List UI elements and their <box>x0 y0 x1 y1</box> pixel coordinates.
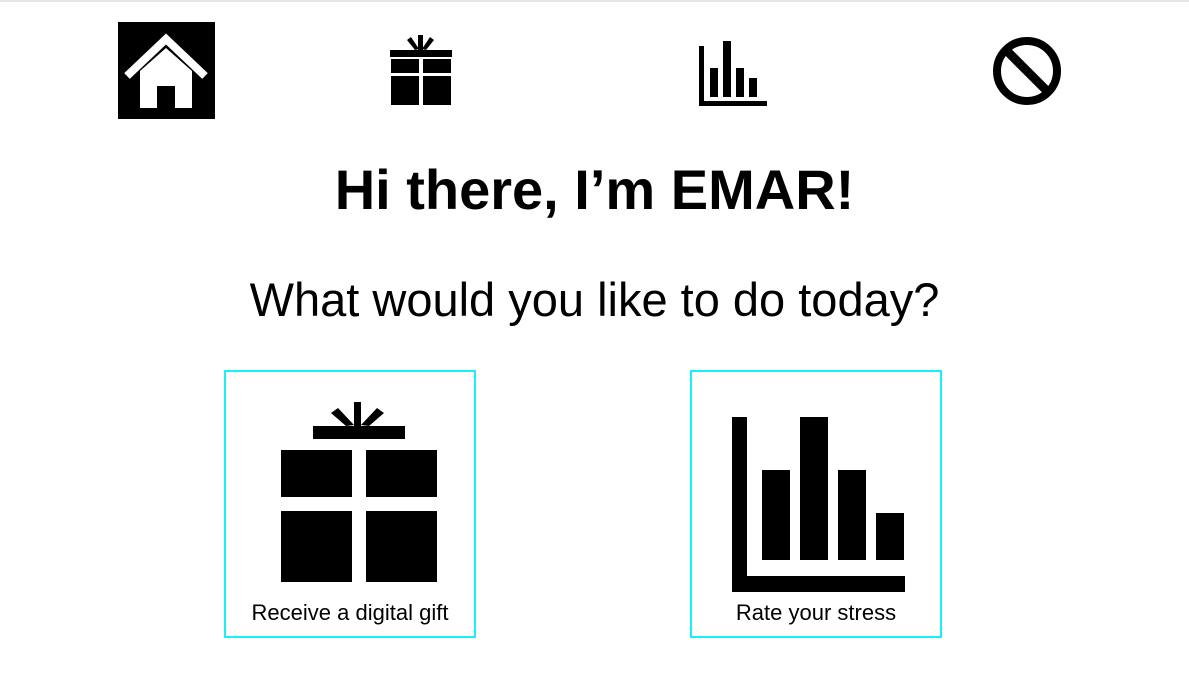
home-icon <box>124 33 208 108</box>
nav-home-button[interactable] <box>118 22 215 119</box>
rate-stress-label: Rate your stress <box>735 600 897 625</box>
bar-chart-icon <box>732 417 905 592</box>
top-divider <box>0 0 1189 2</box>
bar-chart-icon <box>699 41 767 106</box>
nav-stats-button[interactable] <box>686 22 783 119</box>
receive-gift-button[interactable]: Receive a digital gift <box>224 370 476 638</box>
prompt-text: What would you like to do today? <box>249 273 940 326</box>
receive-gift-label: Receive a digital gift <box>251 600 449 625</box>
gift-icon <box>390 35 452 105</box>
nav-block-button[interactable] <box>979 22 1076 119</box>
block-icon <box>993 37 1061 105</box>
rate-stress-button[interactable]: Rate your stress <box>690 370 942 638</box>
gift-icon <box>281 402 437 582</box>
greeting-title: Hi there, I’m EMAR! <box>334 158 855 221</box>
nav-gift-button[interactable] <box>372 22 469 119</box>
